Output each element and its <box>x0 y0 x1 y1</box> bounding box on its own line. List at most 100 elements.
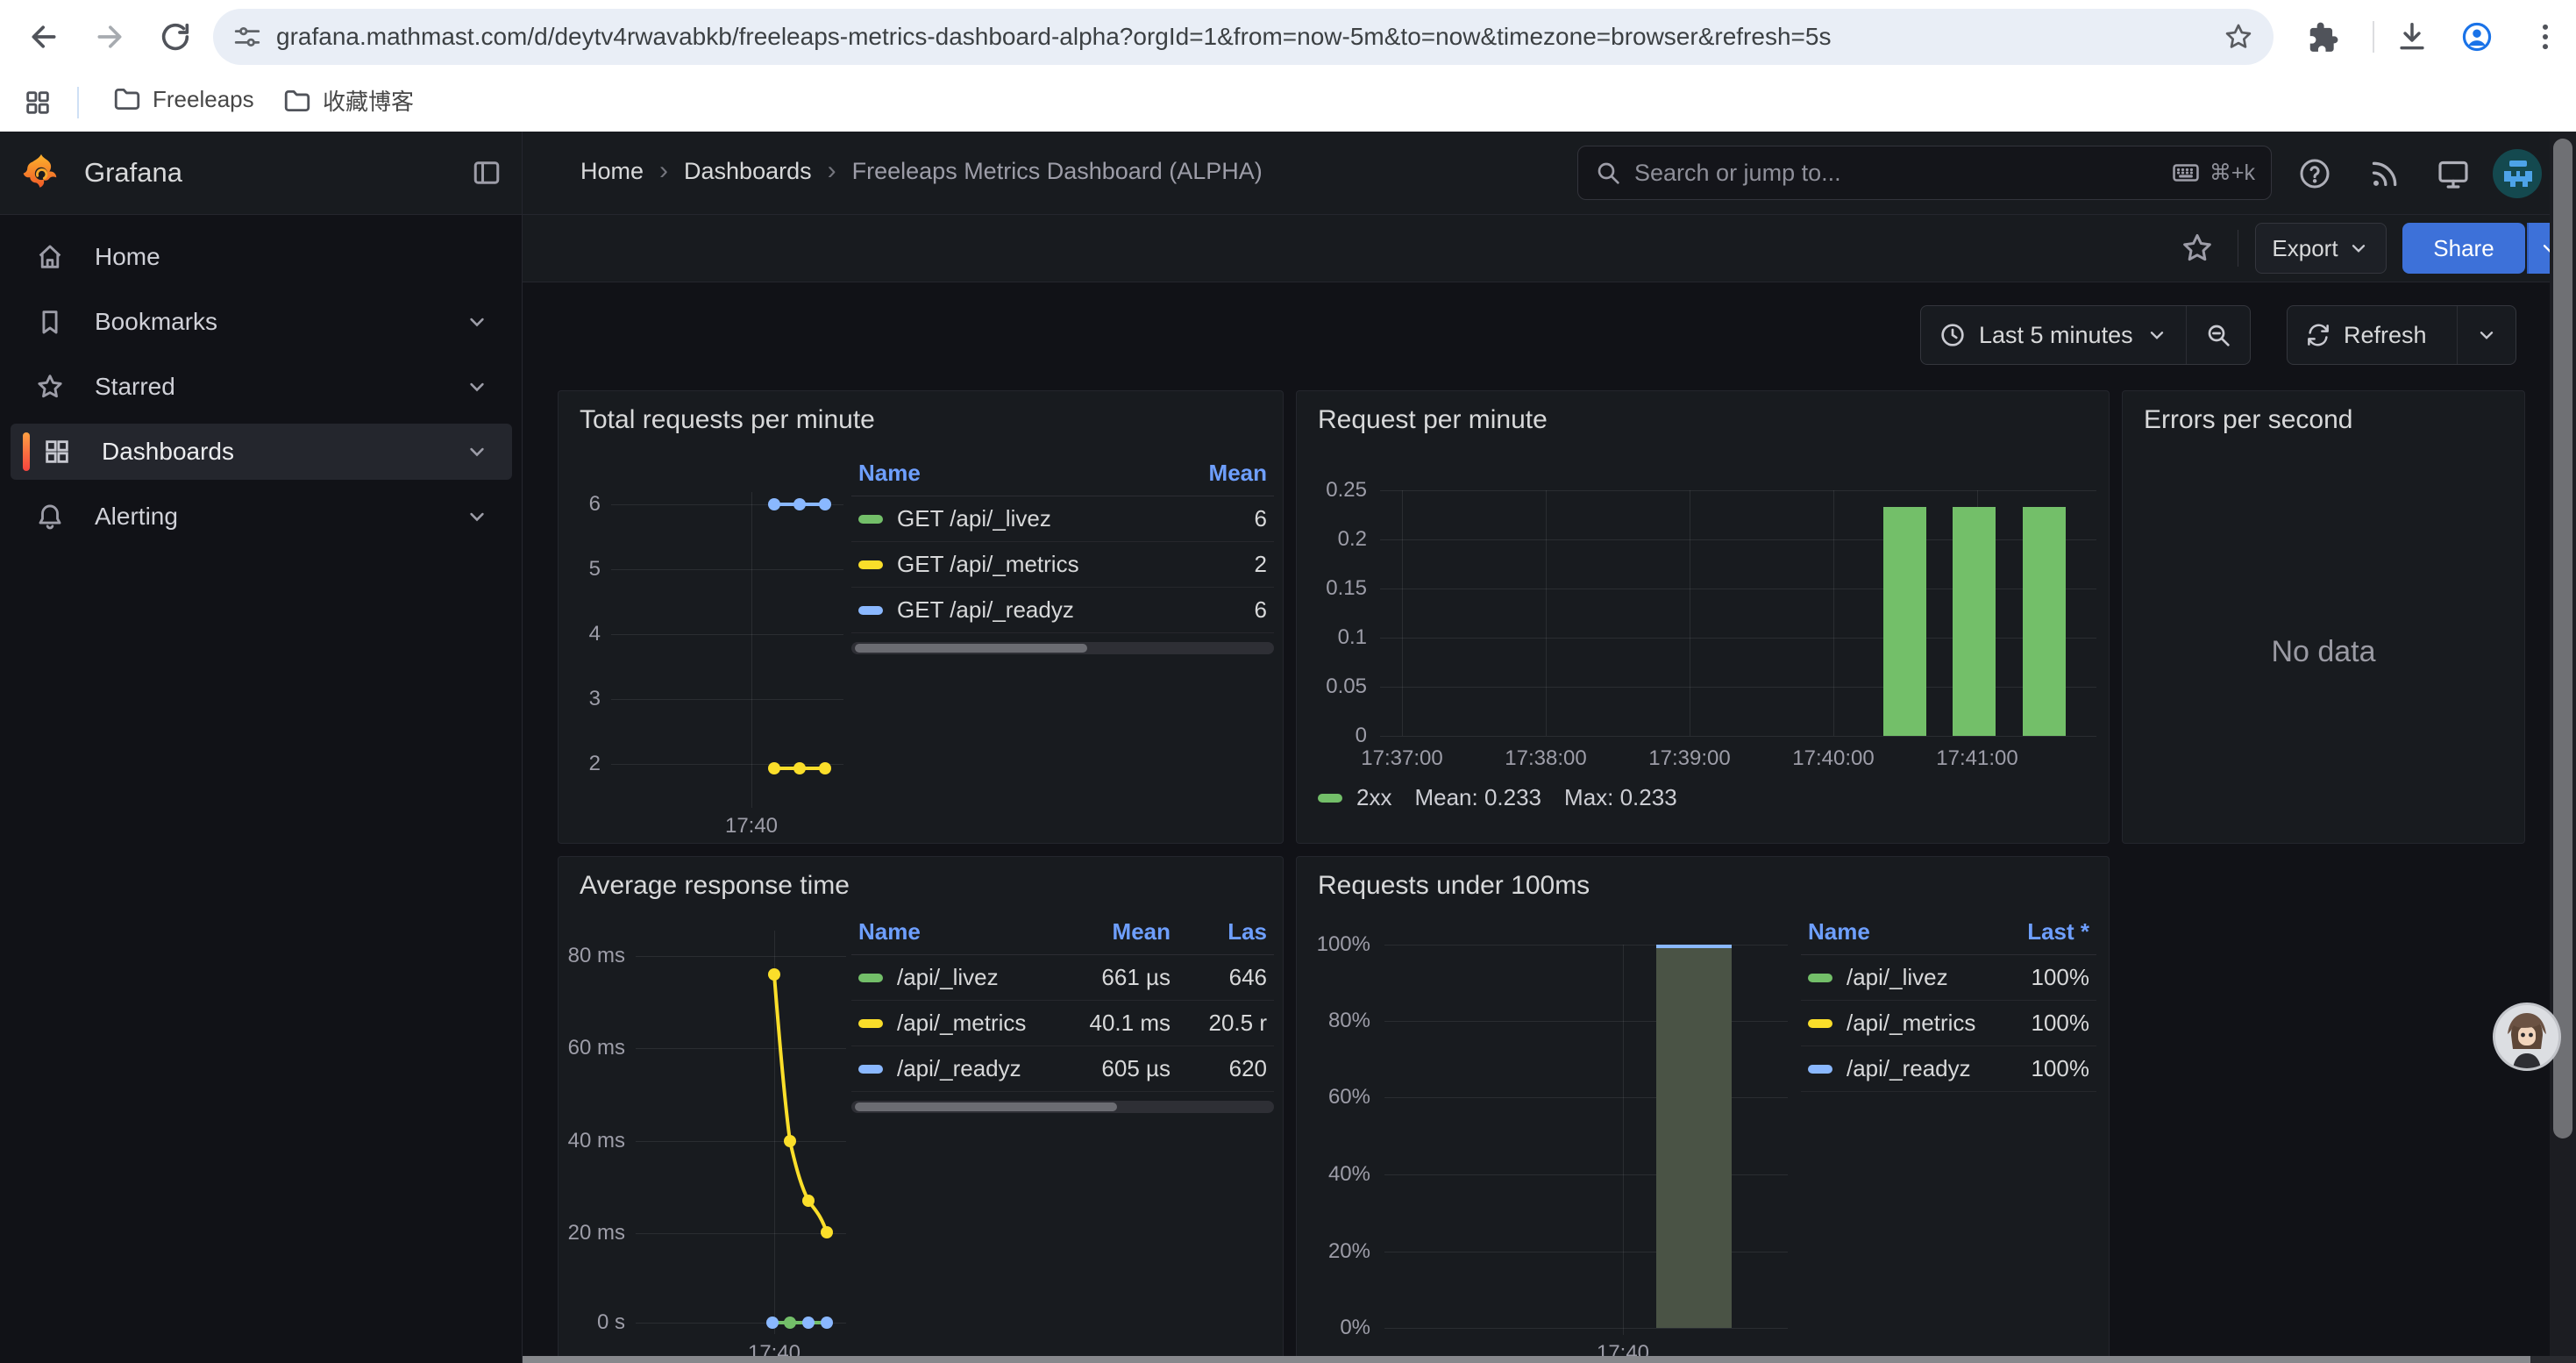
scrollbar-thumb[interactable] <box>855 644 1087 653</box>
legend-row[interactable]: /api/_readyz 100% <box>1801 1046 2096 1092</box>
legend-header-name[interactable]: Name <box>858 918 1057 946</box>
sidebar-item-label: Alerting <box>95 503 178 531</box>
series-name[interactable]: /api/_livez <box>897 964 1057 991</box>
search-input[interactable]: Search or jump to... ⌘+k <box>1577 146 2272 200</box>
sidebar: Home Bookmarks Starred <box>0 215 523 1363</box>
legend-header: Name Mean <box>851 454 1274 496</box>
share-label: Share <box>2433 235 2494 262</box>
forward-icon[interactable] <box>92 19 127 54</box>
series-color-chip <box>858 560 883 569</box>
series-name[interactable]: /api/_readyz <box>1847 1055 1984 1082</box>
legend-row[interactable]: GET /api/_livez 6 <box>851 496 1274 542</box>
legend-header-mean[interactable]: Mean <box>1162 460 1267 487</box>
url-bar[interactable]: grafana.mathmast.com/d/deytv4rwavabkb/fr… <box>213 9 2274 65</box>
refresh-interval-dropdown[interactable] <box>2457 306 2516 364</box>
legend-row[interactable]: /api/_livez 100% <box>1801 955 2096 1001</box>
sidebar-item-dashboards[interactable]: Dashboards <box>11 424 512 480</box>
gridline <box>1384 1328 1788 1329</box>
share-button[interactable]: Share <box>2402 223 2525 274</box>
sidebar-item-bookmarks[interactable]: Bookmarks <box>11 294 512 350</box>
time-range-picker[interactable]: Last 5 minutes <box>1921 306 2186 364</box>
legend-row[interactable]: /api/_metrics 40.1 ms 20.5 r <box>851 1001 1274 1046</box>
series-name[interactable]: GET /api/_readyz <box>897 596 1162 624</box>
series-mean: 661 µs <box>1057 964 1171 991</box>
series-name[interactable]: 2xx <box>1356 784 1391 811</box>
y-tick: 5 <box>559 557 601 582</box>
legend-header-name[interactable]: Name <box>1808 918 1984 946</box>
panel-title[interactable]: Request per minute <box>1318 405 1548 435</box>
legend-row[interactable]: /api/_metrics 100% <box>1801 1001 2096 1046</box>
apps-grid-icon[interactable] <box>23 88 53 118</box>
sidebar-item-alerting[interactable]: Alerting <box>11 489 512 545</box>
x-tick: 17:38:00 <box>1505 746 1586 771</box>
scrollbar-thumb[interactable] <box>523 1356 2530 1363</box>
legend-header-last[interactable]: Last * <box>1984 918 2089 946</box>
y-tick: 0.25 <box>1297 478 1367 503</box>
bookmarks-divider <box>77 87 79 118</box>
bookmark-star-icon[interactable] <box>2223 21 2254 53</box>
legend-scrollbar[interactable] <box>851 1101 1274 1113</box>
legend-header-name[interactable]: Name <box>858 460 1162 487</box>
series-name[interactable]: /api/_metrics <box>897 1010 1057 1037</box>
legend[interactable]: 2xx Mean: 0.233 Max: 0.233 <box>1318 784 1677 811</box>
zoom-out-button[interactable] <box>2186 306 2250 364</box>
horizontal-scrollbar[interactable] <box>523 1356 2576 1363</box>
downloads-icon[interactable] <box>2395 20 2429 54</box>
series-name[interactable]: GET /api/_livez <box>897 505 1162 532</box>
scrollbar-thumb[interactable] <box>2553 139 2572 1138</box>
grafana-brand[interactable]: Grafana <box>84 157 182 189</box>
series-name[interactable]: /api/_readyz <box>897 1055 1057 1082</box>
chevron-down-icon[interactable] <box>465 310 489 334</box>
legend-row[interactable]: /api/_readyz 605 µs 620 <box>851 1046 1274 1092</box>
series-mean: 40.1 ms <box>1057 1010 1171 1037</box>
monitor-icon[interactable] <box>2436 156 2471 191</box>
bookmark-folder-freeleaps[interactable]: Freeleaps <box>112 84 254 114</box>
scrollbar-thumb[interactable] <box>855 1103 1117 1111</box>
area-fill <box>1656 948 1732 1328</box>
profile-icon[interactable] <box>2460 20 2494 54</box>
reload-icon[interactable] <box>158 19 193 54</box>
sidebar-toggle-icon[interactable] <box>471 157 502 189</box>
refresh-label: Refresh <box>2344 322 2427 349</box>
chevron-down-icon[interactable] <box>465 375 489 399</box>
news-rss-icon[interactable] <box>2367 156 2402 191</box>
chevron-down-icon[interactable] <box>465 504 489 529</box>
favorite-star-icon[interactable] <box>2180 231 2215 266</box>
y-tick: 0.15 <box>1297 576 1367 601</box>
browser-menu-icon[interactable] <box>2529 20 2562 54</box>
breadcrumb-home[interactable]: Home <box>580 158 644 185</box>
breadcrumb-dashboards[interactable]: Dashboards <box>684 158 812 185</box>
refresh-button[interactable]: Refresh <box>2288 306 2457 364</box>
panel-title[interactable]: Errors per second <box>2144 405 2352 435</box>
series-color-chip <box>858 1019 883 1028</box>
help-icon[interactable] <box>2297 156 2332 191</box>
series-name[interactable]: /api/_metrics <box>1847 1010 1984 1037</box>
back-icon[interactable] <box>26 19 61 54</box>
series-mean: 6 <box>1162 505 1267 532</box>
legend-header-mean[interactable]: Mean <box>1057 918 1171 946</box>
export-button[interactable]: Export <box>2255 223 2387 274</box>
legend-header-last[interactable]: Las <box>1171 918 1267 946</box>
floating-assistant-avatar[interactable] <box>2493 1003 2561 1071</box>
time-range-label: Last 5 minutes <box>1979 322 2133 349</box>
panel-title[interactable]: Total requests per minute <box>580 405 875 435</box>
chevron-down-icon[interactable] <box>465 439 489 464</box>
site-settings-icon[interactable] <box>232 22 262 52</box>
grafana-logo[interactable] <box>21 153 61 193</box>
sidebar-item-home[interactable]: Home <box>11 229 512 285</box>
bookmark-folder-blogs[interactable]: 收藏博客 <box>282 84 414 117</box>
legend-scrollbar[interactable] <box>851 642 1274 654</box>
legend-row[interactable]: GET /api/_readyz 6 <box>851 588 1274 633</box>
panel-title[interactable]: Requests under 100ms <box>1318 871 1590 901</box>
data-point <box>768 762 780 774</box>
series-name[interactable]: /api/_livez <box>1847 964 1984 991</box>
vertical-scrollbar[interactable] <box>2550 132 2576 1363</box>
sidebar-item-starred[interactable]: Starred <box>11 359 512 415</box>
url-text[interactable]: grafana.mathmast.com/d/deytv4rwavabkb/fr… <box>276 23 2223 51</box>
user-avatar[interactable] <box>2492 148 2543 199</box>
extensions-icon[interactable] <box>2306 21 2339 54</box>
legend-row[interactable]: GET /api/_metrics 2 <box>851 542 1274 588</box>
legend-row[interactable]: /api/_livez 661 µs 646 <box>851 955 1274 1001</box>
gridline <box>611 699 843 700</box>
series-name[interactable]: GET /api/_metrics <box>897 551 1162 578</box>
